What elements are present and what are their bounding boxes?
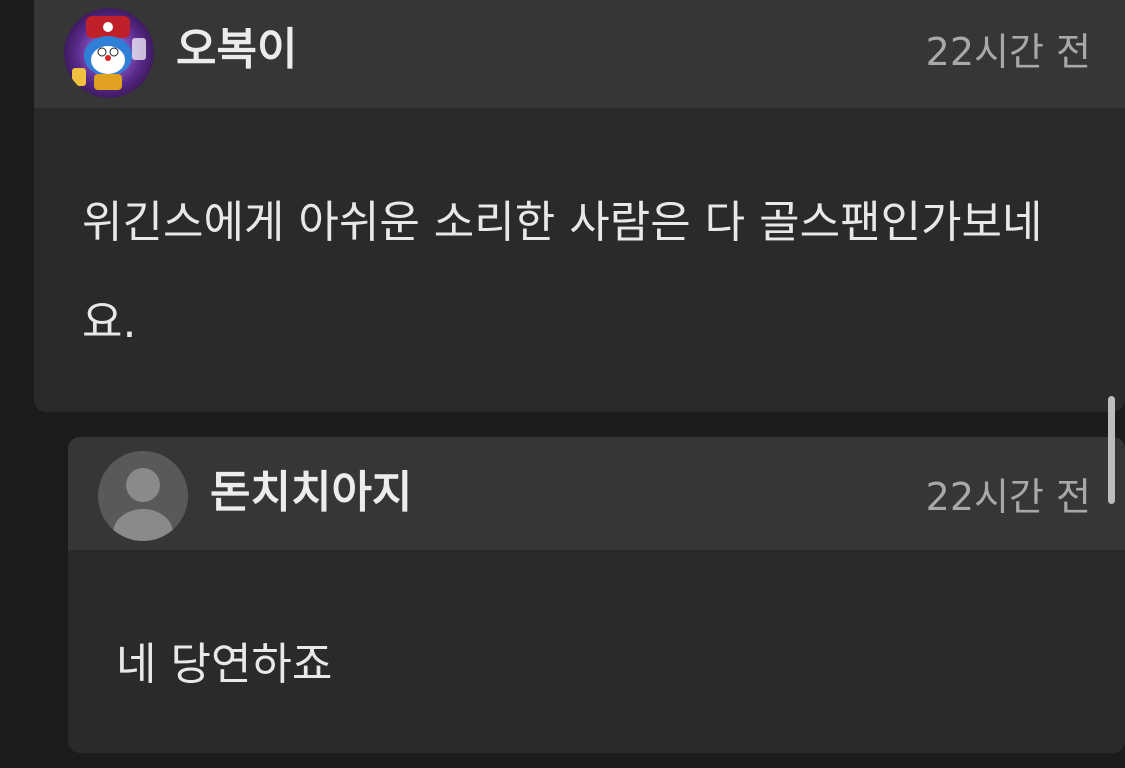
- comment-author[interactable]: 돈치치아지: [210, 467, 412, 519]
- comment-timestamp: 22시간 전: [925, 475, 1091, 519]
- reply-card: 돈치치아지 22시간 전 네 당연하죠: [68, 437, 1125, 753]
- user-silhouette-icon: [98, 451, 188, 541]
- comment-header: 돈치치아지 22시간 전: [68, 437, 1125, 550]
- comment-author[interactable]: 오복이: [176, 24, 297, 76]
- comment-thread: 오복이 22시간 전 위긴스에게 아쉬운 소리한 사람은 다 골스팬인가보네요.…: [0, 0, 1125, 768]
- comment-header: 오복이 22시간 전: [34, 0, 1125, 108]
- scrollbar-thumb[interactable]: [1108, 396, 1115, 504]
- comment-body: 위긴스에게 아쉬운 소리한 사람은 다 골스팬인가보네요.: [82, 197, 1043, 348]
- avatar-character-icon[interactable]: [64, 8, 154, 98]
- comment-timestamp: 22시간 전: [925, 30, 1091, 74]
- avatar-image: [64, 8, 154, 98]
- comment-body: 네 당연하죠: [116, 639, 333, 690]
- default-user-avatar-icon[interactable]: [98, 451, 188, 541]
- comment-card: 오복이 22시간 전 위긴스에게 아쉬운 소리한 사람은 다 골스팬인가보네요.: [34, 0, 1125, 412]
